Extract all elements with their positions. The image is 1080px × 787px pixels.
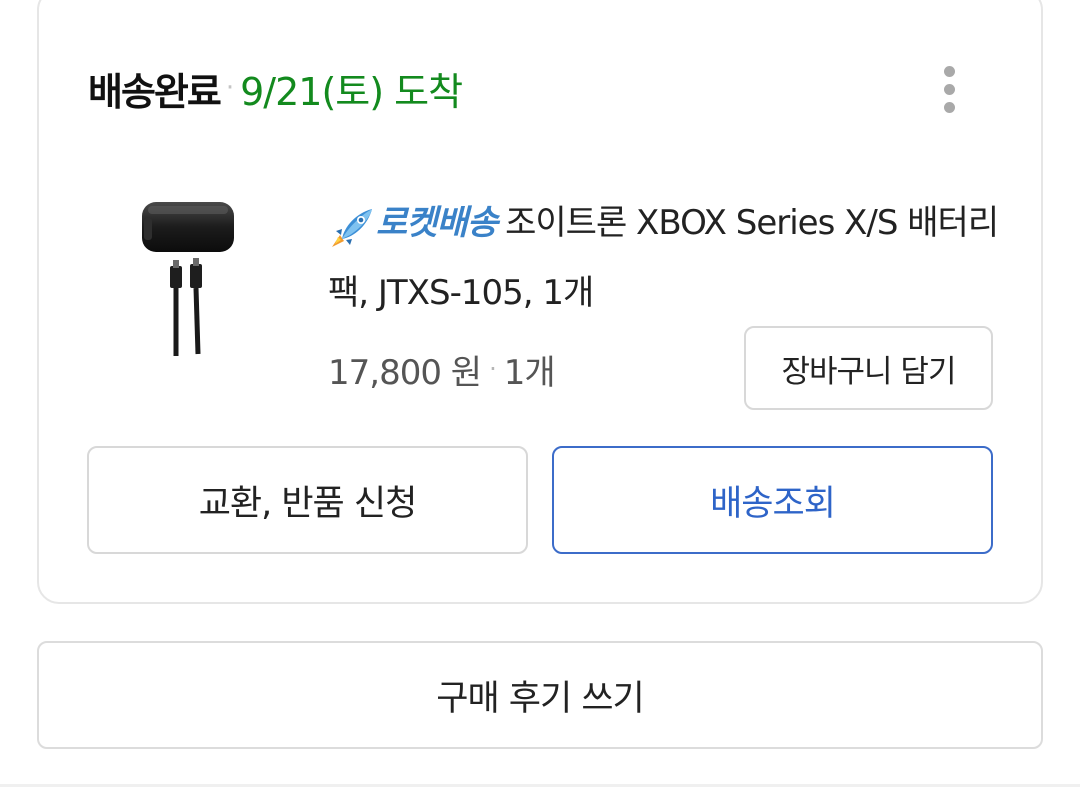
product-title-block[interactable]: 로켓배송 조이트론 XBOX Series X/S 배터리 팩, JTXS-10… — [328, 188, 1008, 328]
delivery-status-row: 배송완료 · 9/21(토) 도착 — [88, 60, 463, 116]
write-review-button[interactable]: 구매 후기 쓰기 — [37, 641, 1043, 749]
product-quantity: 1개 — [503, 352, 556, 393]
price-separator: · — [489, 355, 497, 383]
add-to-cart-button[interactable]: 장바구니 담기 — [744, 326, 993, 410]
rocket-delivery-badge: 로켓배송 — [328, 188, 498, 258]
price-row: 17,800 원 · 1개 — [328, 340, 556, 398]
rocket-delivery-label: 로켓배송 — [376, 203, 498, 243]
more-vertical-icon[interactable] — [930, 62, 970, 118]
product-price: 17,800 원 — [328, 352, 482, 393]
track-delivery-button[interactable]: 배송조회 — [552, 446, 993, 554]
arrival-date: 9/21(토) 도착 — [240, 69, 463, 114]
battery-pack-icon — [142, 202, 234, 356]
exchange-return-button[interactable]: 교환, 반품 신청 — [87, 446, 528, 554]
product-image[interactable] — [128, 188, 248, 368]
status-separator: · — [225, 73, 235, 103]
rocket-icon — [332, 208, 372, 247]
delivery-status: 배송완료 — [88, 69, 222, 114]
